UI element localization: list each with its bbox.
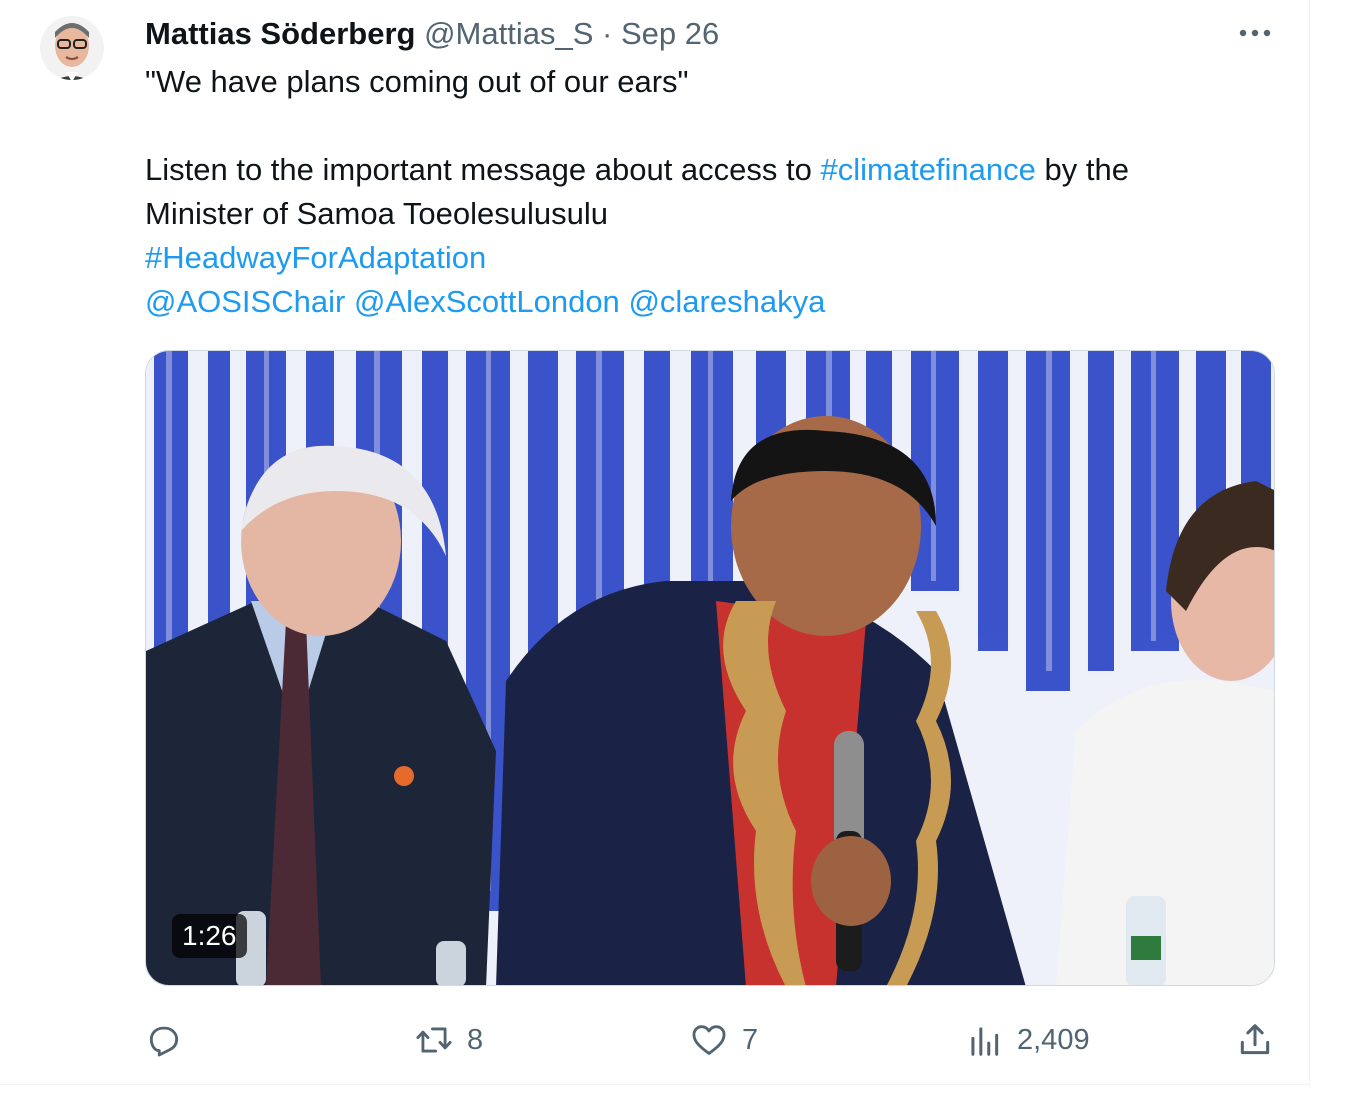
retweet-icon — [416, 1027, 452, 1053]
views-button[interactable]: 2,409 — [965, 1012, 1090, 1068]
separator-dot: · — [602, 16, 613, 51]
action-bar: 8 7 2,409 — [0, 1012, 1310, 1068]
minister-line: Minister of Samoa Toeolesulusulu — [145, 196, 608, 231]
message-text-post: by the — [1035, 152, 1129, 187]
tweet-card[interactable]: Mattias Söderberg @Mattias_S · Sep 26 "W… — [0, 0, 1310, 1085]
video-player[interactable]: 1:26 — [145, 350, 1275, 986]
mention-alexscottlondon[interactable]: @AlexScottLondon — [354, 284, 620, 319]
tweet-header: Mattias Söderberg @Mattias_S · Sep 26 — [145, 12, 719, 56]
reply-icon — [149, 1026, 179, 1057]
tweet-date[interactable]: Sep 26 — [621, 16, 719, 51]
mentions-line: @AOSISChair @AlexScottLondon @clareshaky… — [145, 280, 1285, 324]
retweet-count: 8 — [467, 1023, 484, 1056]
mention-aosischair[interactable]: @AOSISChair — [145, 284, 345, 319]
retweet-button[interactable]: 8 — [415, 1012, 483, 1068]
views-chart-icon — [971, 1027, 999, 1056]
share-button[interactable] — [1236, 1012, 1274, 1068]
reply-button[interactable] — [145, 1012, 183, 1068]
hashtag-climatefinance[interactable]: #climatefinance — [821, 152, 1036, 187]
author-name[interactable]: Mattias Söderberg — [145, 16, 415, 51]
mention-clareshakya[interactable]: @clareshakya — [628, 284, 825, 319]
tweet-text: "We have plans coming out of our ears" L… — [145, 60, 1285, 324]
author-handle[interactable]: @Mattias_S — [424, 16, 593, 51]
like-button[interactable]: 7 — [690, 1012, 758, 1068]
message-text-pre: Listen to the important message about ac… — [145, 152, 821, 187]
video-thumbnail — [146, 351, 1274, 985]
views-count: 2,409 — [1017, 1023, 1090, 1056]
hashtag-headwayforadaptation[interactable]: #HeadwayForAdaptation — [145, 236, 1285, 280]
heart-icon — [692, 1025, 726, 1055]
like-count: 7 — [742, 1023, 759, 1056]
video-duration: 1:26 — [172, 914, 247, 958]
quote-line: "We have plans coming out of our ears" — [145, 64, 689, 99]
more-options-icon[interactable] — [1237, 20, 1273, 46]
avatar[interactable] — [40, 10, 104, 100]
message-line: Listen to the important message about ac… — [145, 148, 1285, 192]
share-icon — [1240, 1024, 1270, 1055]
